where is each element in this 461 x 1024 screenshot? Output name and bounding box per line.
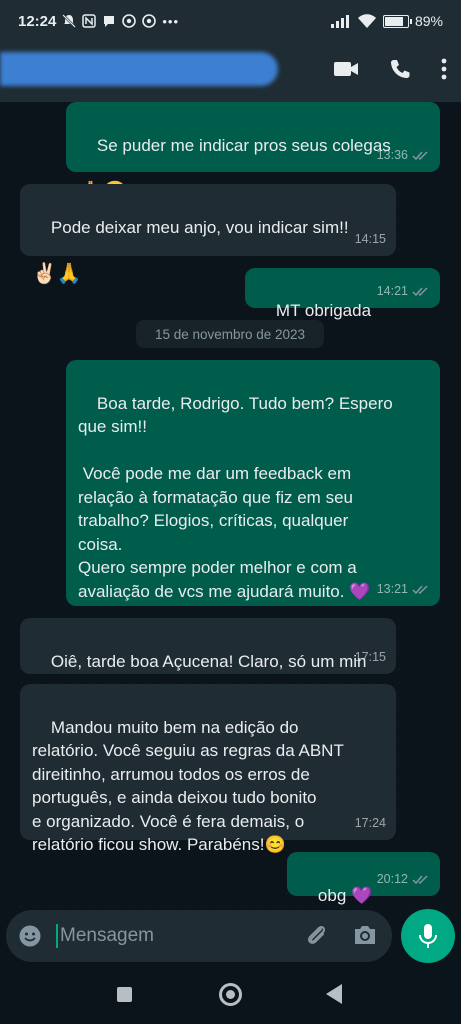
message-text: Oiê, tarde boa Açucena! Claro, só um min (50, 651, 367, 671)
signal-icon (330, 14, 349, 28)
system-nav-bar (0, 966, 461, 1024)
chat-header (0, 42, 461, 102)
back-button[interactable] (326, 984, 342, 1004)
read-ticks-icon (412, 287, 428, 296)
redacted-contact-name[interactable] (0, 52, 278, 86)
home-button[interactable] (219, 983, 242, 1006)
message-text: Mandou muito bem na edição do relatório.… (32, 717, 344, 855)
mute-bell-icon (62, 14, 77, 28)
message-composer[interactable]: Mensagem (6, 910, 392, 962)
date-divider: 15 de novembro de 2023 (136, 320, 324, 348)
chrome-icon (122, 14, 137, 28)
message-incoming[interactable]: Pode deixar meu anjo, vou indicar sim!! … (20, 184, 396, 285)
read-ticks-icon (412, 151, 428, 160)
message-list[interactable]: Se puder me indicar pros seus colegas 🙏😍… (0, 102, 461, 910)
message-time: 20:12 (376, 871, 408, 886)
message-text: Se puder me indicar pros seus colegas (96, 135, 391, 155)
status-bar: 12:24 ••• 89% (0, 0, 461, 42)
message-text: Boa tarde, Rodrigo. Tudo bem? Espero que… (78, 393, 393, 601)
read-ticks-icon (412, 585, 428, 594)
emoji-icon[interactable] (18, 924, 42, 948)
phone-icon[interactable] (389, 58, 411, 80)
message-text: MT obrigada (275, 300, 372, 320)
camera-icon[interactable] (352, 923, 378, 947)
message-time: 14:15 (354, 231, 386, 246)
chrome-icon (142, 14, 157, 28)
battery-percent: 89% (414, 13, 443, 29)
read-ticks-icon (412, 875, 428, 884)
mic-icon (419, 924, 437, 948)
recents-button[interactable] (117, 987, 132, 1002)
chat-bubble-icon (104, 16, 115, 27)
text-cursor (56, 924, 58, 948)
more-vert-icon[interactable] (441, 58, 447, 80)
message-incoming[interactable]: Oiê, tarde boa Açucena! Claro, só um min… (20, 618, 396, 674)
nfc-icon (82, 14, 97, 28)
message-time: 17:15 (354, 649, 386, 664)
message-time: 13:36 (376, 147, 408, 162)
wifi-icon (357, 13, 376, 28)
notification-icons: ••• (62, 14, 179, 29)
message-time: 14:21 (376, 283, 408, 298)
message-outgoing[interactable]: obg 💜 20:12 (287, 852, 440, 905)
status-time: 12:24 (18, 12, 57, 30)
attach-icon[interactable] (304, 923, 330, 949)
message-time: 13:21 (376, 581, 408, 596)
message-incoming[interactable]: Mandou muito bem na edição do relatório.… (20, 684, 396, 854)
battery-icon (382, 14, 412, 28)
message-text: obg 💜 (317, 885, 373, 905)
message-outgoing[interactable]: Boa tarde, Rodrigo. Tudo bem? Espero que… (66, 360, 440, 606)
message-outgoing[interactable]: MT obrigada 14:21 (245, 268, 440, 320)
more-notifications-icon: ••• (162, 13, 180, 29)
message-input[interactable]: Mensagem (60, 925, 154, 947)
message-text: Pode deixar meu anjo, vou indicar sim!! (50, 217, 349, 237)
voice-record-button[interactable] (401, 909, 455, 963)
video-call-icon[interactable] (333, 60, 359, 78)
message-time: 17:24 (354, 815, 386, 830)
message-outgoing[interactable]: Se puder me indicar pros seus colegas 🙏😍… (66, 102, 440, 203)
